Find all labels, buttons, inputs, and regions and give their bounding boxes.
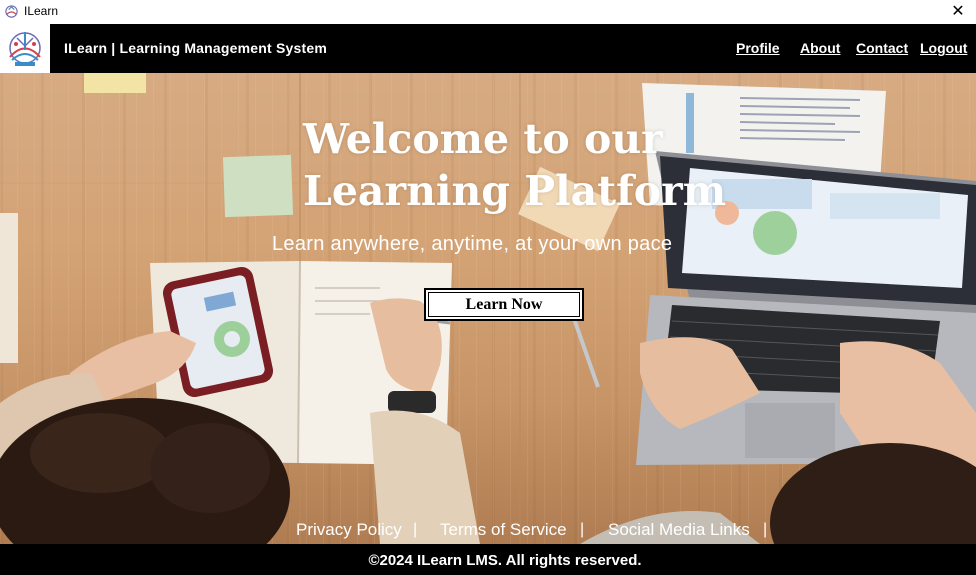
window-titlebar: ILearn ✕ <box>0 0 976 24</box>
footer-bar: ©2024 ILearn LMS. All rights reserved. <box>0 544 976 575</box>
terms-of-service-link[interactable]: Terms of Service <box>440 520 567 540</box>
top-navbar: ILearn | Learning Management System Prof… <box>0 24 976 73</box>
copyright-text: ©2024 ILearn LMS. All rights reserved. <box>368 552 642 569</box>
learn-now-button[interactable]: Learn Now <box>424 288 584 321</box>
nav-profile-link[interactable]: Profile <box>736 40 780 56</box>
hero-subtitle: Learn anywhere, anytime, at your own pac… <box>272 233 673 255</box>
app-brand-title: ILearn | Learning Management System <box>64 40 327 56</box>
window-title: ILearn <box>24 4 59 18</box>
social-media-links-link[interactable]: Social Media Links <box>608 520 750 540</box>
footer-separator: | <box>413 521 418 538</box>
close-icon[interactable]: ✕ <box>940 0 976 24</box>
logo-icon <box>9 32 41 66</box>
nav-contact-link[interactable]: Contact <box>856 40 908 56</box>
footer-separator: | <box>763 521 768 538</box>
app-logo-icon <box>5 5 18 18</box>
nav-logout-link[interactable]: Logout <box>920 40 967 56</box>
privacy-policy-link[interactable]: Privacy Policy <box>296 520 402 540</box>
nav-about-link[interactable]: About <box>800 40 840 56</box>
footer-separator: | <box>580 521 585 538</box>
footer-links: Privacy Policy | Terms of Service | Soci… <box>0 518 976 544</box>
hero-title-line-1: Welcome to our <box>303 115 663 163</box>
hero-title-line-2: Learning Platform <box>303 167 727 215</box>
ilearn-logo[interactable] <box>0 24 50 73</box>
